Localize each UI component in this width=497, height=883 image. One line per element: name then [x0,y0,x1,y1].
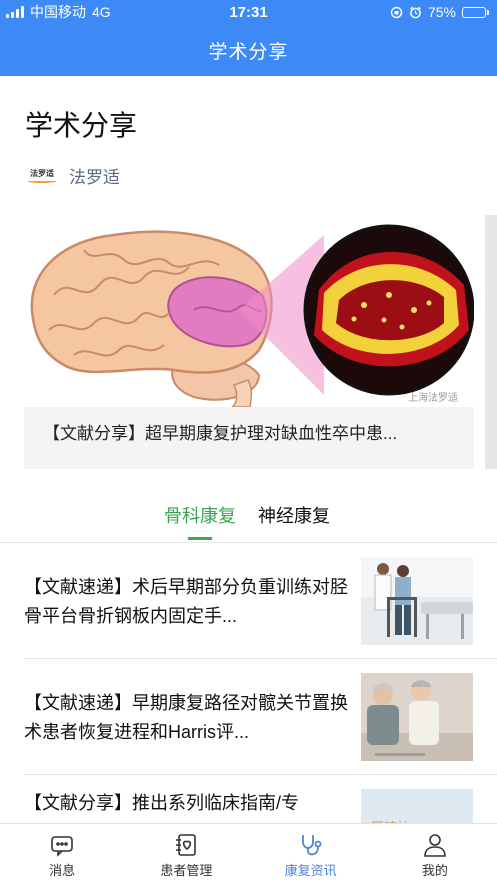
author-row[interactable]: 法罗适 法罗适 [25,162,120,188]
tabbar-item-me[interactable]: 我的 [373,824,497,883]
tabbar-label: 我的 [421,863,448,878]
status-time: 17:31 [229,4,268,21]
featured-banner[interactable]: 上海法罗适 【文献分享】超早期康复护理对缺血性卒中患... [24,215,474,469]
status-bar: 中国移动 4G 17:31 75% [0,0,497,24]
article-title: 【文献速递】早期康复路径对髋关节置换术患者恢复进程和Harris评... [24,693,348,742]
list-item[interactable]: 【文献速递】术后早期部分负重训练对胫骨平台骨折钢板内固定手... [24,543,497,659]
tabbar-label: 患者管理 [160,863,213,878]
stethoscope-icon [301,835,322,856]
nav-title: 学术分享 [208,41,289,63]
author-name: 法罗适 [69,167,120,187]
article-title: 【文献分享】推出系列临床指南/专 [24,793,299,813]
article-thumbnail [361,557,473,645]
active-tab-indicator [188,537,212,540]
banner-watermark: 上海法罗适 [408,393,458,404]
tabbar-item-messages[interactable]: 消息 [0,824,124,883]
tabbar-item-rehab-news[interactable]: 康复资讯 [249,824,373,883]
bottom-tab-bar: 消息 患者管理 康复资讯 我的 [0,823,497,883]
message-icon [51,836,73,857]
top-header: 中国移动 4G 17:31 75% 学术分享 [0,0,497,76]
tabbar-item-patients[interactable]: 患者管理 [124,824,248,883]
banner-caption: 【文献分享】超早期康复护理对缺血性卒中患... [43,424,398,443]
list-item[interactable]: 【文献速递】早期康复路径对髋关节置换术患者恢复进程和Harris评... [24,659,497,775]
author-logo: 法罗适 [25,162,59,188]
user-icon [424,834,446,857]
page-title: 学术分享 [25,110,138,141]
tab-orthopedic-rehab[interactable]: 骨科康复 [164,502,236,528]
tab-neuro-rehab[interactable]: 神经康复 [258,502,330,528]
category-tabs: 骨科康复 神经康复 [0,498,497,542]
patient-heart-icon [176,834,197,856]
article-thumbnail [361,673,473,761]
next-banner-peek[interactable] [485,215,497,469]
article-title: 【文献速递】术后早期部分负重训练对胫骨平台骨折钢板内固定手... [24,577,348,626]
tabbar-label: 消息 [49,863,76,878]
brain-artery-illustration [24,215,474,407]
tabbar-label: 康复资讯 [284,863,337,878]
